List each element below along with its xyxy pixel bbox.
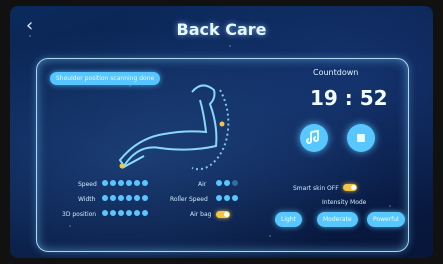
air-bag-toggle[interactable] xyxy=(216,211,230,218)
intensity-light-button[interactable]: Light xyxy=(275,212,302,227)
roller-speed-label: Roller Speed xyxy=(170,196,208,203)
speed-dot[interactable] xyxy=(102,180,108,186)
speed-dots[interactable] xyxy=(102,180,148,186)
roller-speed-dot[interactable] xyxy=(232,195,238,201)
position-dot[interactable] xyxy=(134,210,140,216)
countdown-time: 19 : 52 xyxy=(310,86,388,110)
width-label: Width xyxy=(78,196,96,203)
width-dot[interactable] xyxy=(118,195,124,201)
stop-button[interactable] xyxy=(347,124,375,152)
speed-dot[interactable] xyxy=(118,180,124,186)
stop-icon xyxy=(357,134,365,142)
air-bag-label: Air bag xyxy=(190,211,212,218)
position-dots[interactable] xyxy=(102,210,148,216)
width-dot[interactable] xyxy=(134,195,140,201)
intensity-powerful-button[interactable]: Powerful xyxy=(367,212,405,227)
position-dot[interactable] xyxy=(118,210,124,216)
roller-speed-dots[interactable] xyxy=(216,195,238,201)
roller-speed-dot[interactable] xyxy=(216,195,222,201)
position-dot[interactable] xyxy=(142,210,148,216)
massage-chair-illustration xyxy=(118,84,230,171)
smart-skin-label: Smart skin OFF xyxy=(293,185,339,192)
air-dot[interactable] xyxy=(224,180,230,186)
countdown-label: Countdown xyxy=(313,68,359,77)
position-dot[interactable] xyxy=(110,210,116,216)
position-dot[interactable] xyxy=(102,210,108,216)
width-dot[interactable] xyxy=(110,195,116,201)
width-dot[interactable] xyxy=(142,195,148,201)
music-icon xyxy=(306,130,319,144)
air-label: Air xyxy=(198,181,207,188)
speed-dot[interactable] xyxy=(142,180,148,186)
speed-dot[interactable] xyxy=(126,180,132,186)
width-dot[interactable] xyxy=(102,195,108,201)
screen: ‹ Back Care Shoulder position scanning d… xyxy=(10,6,433,258)
intensity-moderate-button[interactable]: Moderate xyxy=(317,212,358,227)
air-dot[interactable] xyxy=(232,180,238,186)
air-dot[interactable] xyxy=(216,180,222,186)
speed-dot[interactable] xyxy=(134,180,140,186)
top-bar: ‹ Back Care xyxy=(10,6,433,46)
speed-dot[interactable] xyxy=(110,180,116,186)
speed-label: Speed xyxy=(78,181,97,188)
intensity-mode-label: Intensity Mode xyxy=(322,199,367,206)
position-dot[interactable] xyxy=(126,210,132,216)
page-title: Back Care xyxy=(176,20,267,39)
music-button[interactable] xyxy=(300,124,328,152)
smart-skin-toggle[interactable] xyxy=(343,184,357,191)
roller-speed-dot[interactable] xyxy=(224,195,230,201)
width-dots[interactable] xyxy=(102,195,148,201)
position-label: 3D position xyxy=(62,211,97,218)
width-dot[interactable] xyxy=(126,195,132,201)
air-dots[interactable] xyxy=(216,180,238,186)
